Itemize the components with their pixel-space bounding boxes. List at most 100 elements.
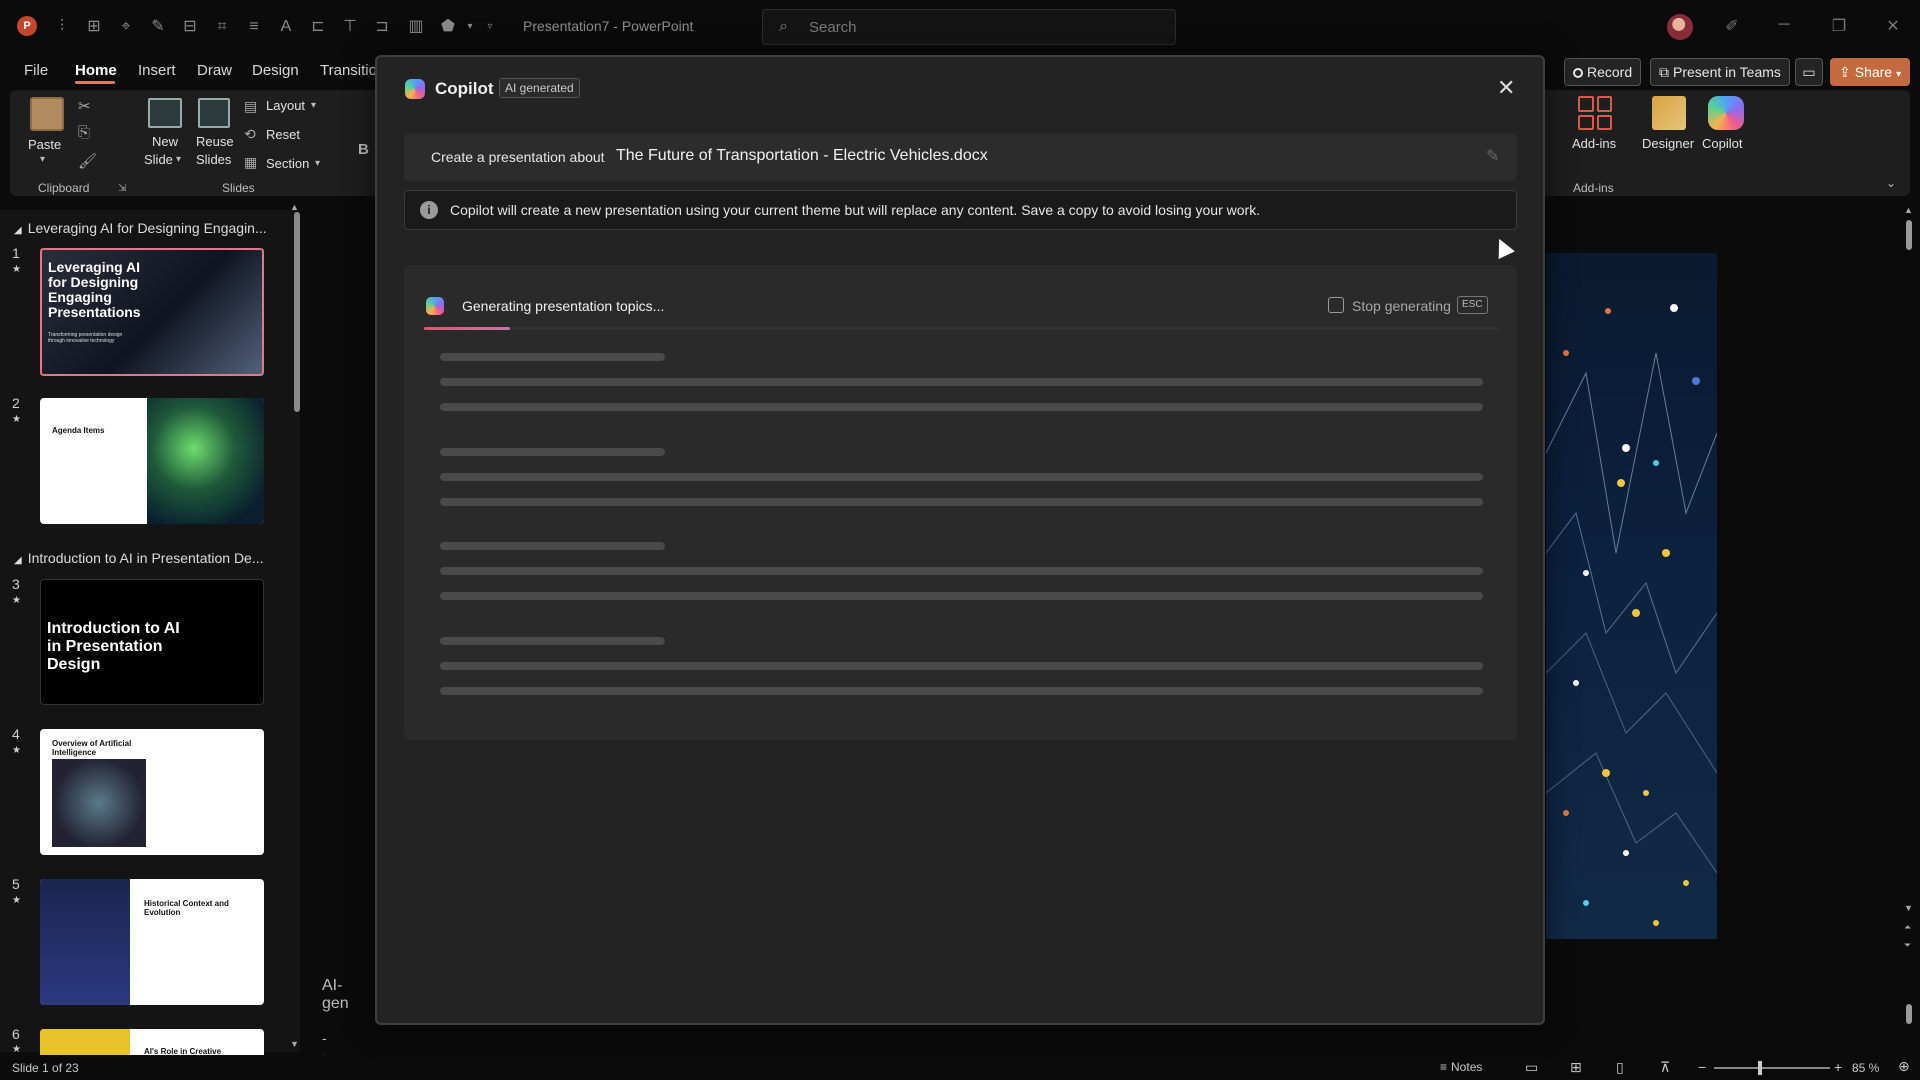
close-window-icon[interactable]: ✕	[1883, 16, 1903, 36]
slideshow-view-icon[interactable]: ⊼	[1660, 1059, 1670, 1076]
reuse-slides-label-2[interactable]: Slides	[196, 152, 231, 167]
copilot-button[interactable]: Copilot	[1702, 136, 1742, 151]
tab-draw[interactable]: Draw	[197, 62, 232, 79]
paste-button[interactable]: Paste	[28, 137, 61, 152]
collapse-ribbon-icon[interactable]: ⌄	[1886, 176, 1896, 190]
generating-status-text: Generating presentation topics...	[462, 298, 665, 314]
section-button[interactable]: Section	[266, 156, 309, 171]
quick-access-list-icon[interactable]: ≡	[244, 17, 264, 37]
previous-slide-icon[interactable]: ⏶	[1904, 922, 1911, 933]
format-painter-icon[interactable]: 🖌	[78, 152, 97, 170]
zoom-slider-thumb[interactable]	[1758, 1061, 1762, 1075]
slide-sorter-icon[interactable]: ⊞	[1570, 1059, 1582, 1076]
share-button[interactable]: ⇪ Share ▾	[1830, 58, 1911, 86]
avatar[interactable]	[1667, 14, 1693, 40]
copy-icon[interactable]: ⎘	[78, 124, 90, 141]
new-slide-label-1[interactable]: New	[152, 134, 178, 149]
quick-access-align-top-icon[interactable]: ⊤	[340, 17, 360, 37]
quick-access-align-right-icon[interactable]: ⊐	[372, 17, 392, 37]
quick-access-crop-icon[interactable]: ⌗	[212, 17, 232, 37]
paste-dropdown-icon[interactable]: ▾	[40, 154, 45, 165]
quick-access-align-icon[interactable]: ⊞	[84, 17, 104, 37]
reuse-slides-label-1[interactable]: Reuse	[196, 134, 234, 149]
quick-access-distribute-icon[interactable]: ⊟	[180, 17, 200, 37]
quick-access-shape-icon[interactable]: ⫶	[52, 17, 72, 37]
present-in-teams-button[interactable]: ⧉ Present in Teams	[1650, 58, 1790, 86]
edit-prompt-icon[interactable]: ✎	[1486, 146, 1499, 166]
slide-canvas-image[interactable]	[1546, 253, 1717, 939]
tab-home[interactable]: Home	[75, 62, 117, 79]
record-button[interactable]: Record	[1564, 58, 1642, 86]
new-slide-icon[interactable]	[148, 98, 182, 128]
scroll-down-icon[interactable]: ▼	[290, 1039, 299, 1049]
minimize-icon[interactable]: ─	[1774, 16, 1794, 34]
reading-view-icon[interactable]: ▯	[1616, 1059, 1624, 1076]
slide-thumbnail-6[interactable]: AI's Role in Creative	[40, 1029, 264, 1055]
layout-dropdown-icon[interactable]: ▾	[311, 100, 316, 111]
stop-generating-button[interactable]: Stop generating	[1352, 298, 1451, 314]
slide-count-status[interactable]: Slide 1 of 23	[12, 1061, 79, 1075]
reuse-slides-icon[interactable]	[198, 98, 230, 128]
quick-access-text-icon[interactable]: A	[276, 17, 296, 37]
zoom-level[interactable]: 85 %	[1852, 1061, 1879, 1075]
search-input[interactable]: ⌕ Search	[762, 9, 1176, 45]
dialog-close-icon[interactable]: ✕	[1497, 75, 1515, 101]
new-slide-dropdown-icon[interactable]: ▾	[176, 154, 181, 165]
reset-icon[interactable]: ⟲	[244, 126, 256, 143]
slide-thumbnail-4[interactable]: Overview of Artificial Intelligence	[40, 729, 264, 855]
new-slide-label-2[interactable]: Slide	[144, 152, 173, 167]
paste-icon[interactable]	[30, 97, 64, 131]
clipboard-launcher-icon[interactable]: ⇲	[118, 183, 126, 194]
zoom-in-icon[interactable]: +	[1834, 1059, 1842, 1075]
layout-button[interactable]: Layout	[266, 98, 305, 113]
add-ins-button[interactable]: Add-ins	[1572, 136, 1616, 151]
section-icon[interactable]: ▦	[244, 154, 257, 171]
quick-access-dropdown-icon[interactable]: ▾	[460, 17, 480, 37]
notes-scrollbar[interactable]	[1906, 1004, 1912, 1024]
restore-icon[interactable]: ❐	[1829, 16, 1849, 36]
tab-insert[interactable]: Insert	[138, 62, 176, 79]
customize-toolbar-icon[interactable]: ▿	[480, 17, 500, 37]
generation-panel: Generating presentation topics... Stop g…	[404, 265, 1517, 740]
fit-to-window-icon[interactable]: ⊕	[1898, 1058, 1910, 1075]
quick-access-chart-icon[interactable]: ▥	[406, 17, 426, 37]
thumbnails-scrollbar[interactable]	[294, 212, 300, 412]
slide-thumbnail-1[interactable]: Leveraging AI for Designing Engaging Pre…	[40, 248, 264, 376]
normal-view-icon[interactable]: ▭	[1525, 1059, 1538, 1076]
generation-progress-fill	[424, 327, 510, 330]
quick-access-shapes-icon[interactable]: ⬟	[438, 17, 458, 37]
next-slide-icon[interactable]: ⏷	[1904, 940, 1911, 951]
tab-design[interactable]: Design	[252, 62, 299, 79]
quick-access-align-left-icon[interactable]: ⊏	[308, 17, 328, 37]
slide-thumbnail-5[interactable]: Historical Context and Evolution	[40, 879, 264, 1005]
slide-thumbnail-2[interactable]: Agenda Items	[40, 398, 264, 524]
bold-button[interactable]: B	[358, 141, 369, 158]
slide-scroll-up-icon[interactable]: ▲	[1904, 205, 1913, 215]
copilot-ribbon-icon[interactable]	[1708, 96, 1744, 130]
comments-button[interactable]: ▭	[1795, 58, 1823, 86]
tab-transitions[interactable]: Transitio	[320, 62, 377, 79]
notes-toggle-button[interactable]: ≡ Notes	[1440, 1060, 1482, 1074]
section-header-1[interactable]: ◢ Leveraging AI for Designing Engagin...	[14, 220, 267, 236]
slide-scroll-down-icon[interactable]: ▼	[1904, 903, 1913, 913]
designer-icon[interactable]	[1652, 96, 1686, 130]
slide-thumbnail-3[interactable]: Introduction to AI in Presentation Desig…	[40, 579, 264, 705]
cut-icon[interactable]: ✂	[78, 97, 91, 115]
section-dropdown-icon[interactable]: ▾	[315, 158, 320, 169]
tab-file[interactable]: File	[24, 62, 48, 79]
reset-button[interactable]: Reset	[266, 127, 300, 142]
section-header-2[interactable]: ◢ Introduction to AI in Presentation De..…	[14, 550, 264, 566]
zoom-slider[interactable]	[1714, 1061, 1830, 1075]
quick-access-pen-icon[interactable]: ✎	[148, 17, 168, 37]
slide-number-4: 4	[12, 726, 20, 742]
quick-access-node-icon[interactable]: ⌖	[116, 17, 136, 37]
designer-button[interactable]: Designer	[1642, 136, 1694, 151]
layout-icon[interactable]: ▤	[244, 98, 257, 115]
scroll-up-icon[interactable]: ▲	[290, 202, 299, 212]
slide-vertical-scrollbar[interactable]	[1906, 220, 1912, 250]
pen-icon[interactable]: ✐	[1722, 16, 1742, 36]
zoom-out-icon[interactable]: −	[1698, 1059, 1706, 1075]
add-ins-icon[interactable]	[1578, 96, 1612, 130]
skeleton-heading-3	[440, 542, 665, 550]
stop-generating-icon[interactable]	[1328, 297, 1344, 313]
